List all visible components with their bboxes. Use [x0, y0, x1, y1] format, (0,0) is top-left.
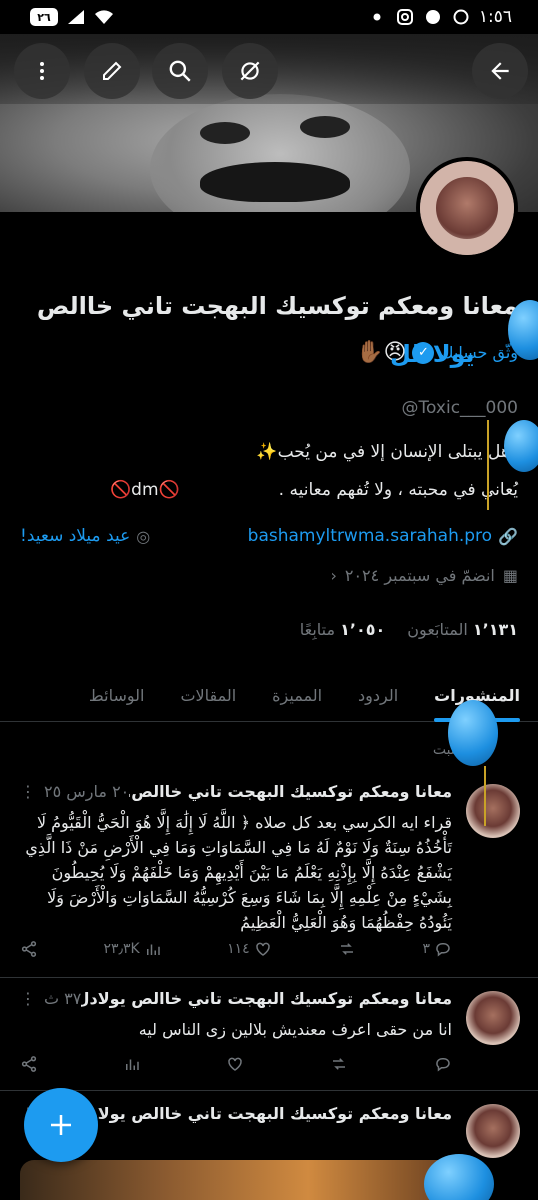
- followers-link[interactable]: ١٬١٣١ المتابَعون: [407, 620, 518, 639]
- tab-highlights[interactable]: المميزة: [254, 670, 340, 721]
- website-link[interactable]: bashamyltrwma.sarahah.pro: [248, 526, 492, 546]
- chevron-left-icon: ‹: [330, 566, 337, 585]
- more-icon[interactable]: ⋮: [20, 782, 36, 801]
- tweet-text: قراء ايه الكرسي بعد كل صلاه ﴿ اللَّهُ لَ…: [25, 813, 452, 932]
- birthday-link[interactable]: عيد ميلاد سعيد!: [20, 526, 130, 546]
- tab-articles[interactable]: المقالات: [162, 670, 254, 721]
- more-icon: [40, 62, 44, 80]
- compose-button[interactable]: [24, 1088, 98, 1162]
- tweet-author: معانا ومعكم توكسيك البهجت تاني خاالص يول…: [51, 1104, 452, 1123]
- tweet[interactable]: معانا ومعكم توكسيك البهجت تاني خاالص يول…: [0, 979, 538, 1091]
- follow-stats: ١٬١٣١ المتابَعون ١٬٠٥٠ متابِعًا: [300, 620, 518, 639]
- tweet-text: انا من حقى اعرف معنديش بلالين زى الناس ل…: [138, 1020, 452, 1039]
- tweet-avatar[interactable]: [466, 784, 520, 838]
- search-icon: [169, 60, 191, 82]
- tweet[interactable]: معانا ومعكم توكسيك البهجت تاني خاالص... …: [0, 770, 538, 978]
- calendar-icon: ▦: [502, 566, 518, 585]
- repost-icon: [333, 1058, 345, 1070]
- share-button[interactable]: [20, 1055, 38, 1073]
- spaces-off-button[interactable]: [222, 43, 278, 99]
- search-button[interactable]: [152, 43, 208, 99]
- tweet-media[interactable]: [20, 1160, 452, 1200]
- instagram-icon: [395, 8, 415, 26]
- reply-button[interactable]: [434, 1055, 452, 1073]
- tweet-avatar[interactable]: [466, 1104, 520, 1158]
- views-icon: [126, 1059, 139, 1070]
- following-link[interactable]: ١٬٠٥٠ متابِعًا: [300, 620, 386, 639]
- share-icon: [21, 941, 37, 957]
- more-button[interactable]: [14, 43, 70, 99]
- joined-date: انضمّ في سبتمبر ٢٠٢٤: [344, 566, 495, 585]
- status-bar: ٢٦ ١:٥٦: [0, 0, 538, 34]
- signal-icon: [66, 8, 86, 26]
- spaces-off-icon: [240, 61, 260, 81]
- messenger-icon: [423, 8, 443, 26]
- joined-row[interactable]: ▦ انضمّ في سبتمبر ٢٠٢٤ ‹: [330, 566, 518, 585]
- clock: ١:٥٦: [478, 7, 512, 27]
- plus-icon: [51, 1115, 71, 1135]
- like-button[interactable]: ١١٤: [227, 940, 272, 958]
- location-icon: ◎: [136, 526, 151, 546]
- bio-line-1: وهل يبتلى الإنسان إلا في من يُحب✨: [256, 442, 518, 462]
- views-icon: [146, 944, 160, 955]
- profile-handle: @Toxic___000: [401, 398, 518, 418]
- back-button[interactable]: [472, 43, 528, 99]
- balloon-text: يولادلل: [390, 340, 475, 368]
- like-button[interactable]: [226, 1055, 244, 1073]
- notification-dot-icon: [367, 8, 387, 26]
- repost-button[interactable]: [337, 940, 357, 958]
- bio-line-2: يُعاني في محبته ، ولا تُفهم معانيه .: [278, 480, 518, 500]
- repost-button[interactable]: [329, 1055, 349, 1073]
- arrow-left-icon: [491, 62, 509, 80]
- reply-button[interactable]: ٣: [422, 940, 452, 958]
- views-button[interactable]: ٢٣٫٣K: [103, 940, 161, 958]
- tweet-author: معانا ومعكم توكسيك البهجت تاني خاالص يول…: [81, 989, 452, 1008]
- balloon-icon: [448, 700, 498, 766]
- repost-icon: [341, 943, 354, 955]
- bio-dm: 🚫dm🚫: [110, 480, 180, 500]
- balloon-icon: [504, 420, 538, 472]
- profile-links: 🔗 bashamyltrwma.sarahah.pro ◎ عيد ميلاد …: [20, 526, 518, 546]
- tweet-time: ٣٧ ث: [44, 989, 82, 1008]
- tweet-author: معانا ومعكم توكسيك البهجت تاني خاالص...: [129, 782, 452, 801]
- battery-icon: ٢٦: [30, 8, 58, 26]
- heart-icon: [255, 942, 270, 956]
- share-button[interactable]: [20, 940, 38, 958]
- profile-avatar[interactable]: [416, 157, 518, 259]
- reply-icon: [436, 943, 450, 957]
- tab-media[interactable]: الوسائط: [71, 670, 163, 721]
- reply-icon: [436, 1058, 450, 1072]
- tab-replies[interactable]: الردود: [340, 670, 416, 721]
- edit-button[interactable]: [84, 43, 140, 99]
- share-icon: [21, 1056, 37, 1072]
- views-button[interactable]: [123, 1055, 141, 1073]
- edit-icon: [103, 61, 122, 80]
- whatsapp-icon: [451, 8, 471, 26]
- tweet-avatar[interactable]: [466, 991, 520, 1045]
- profile-name: معانا ومعكم توكسيك البهجت تاني خاالص: [36, 292, 518, 320]
- wifi-icon: [94, 8, 114, 26]
- more-icon[interactable]: ⋮: [20, 989, 36, 1008]
- tweet-time: ٢٠ مارس ٢٥: [44, 782, 130, 801]
- link-icon: 🔗: [498, 526, 518, 546]
- heart-icon: [228, 1057, 242, 1071]
